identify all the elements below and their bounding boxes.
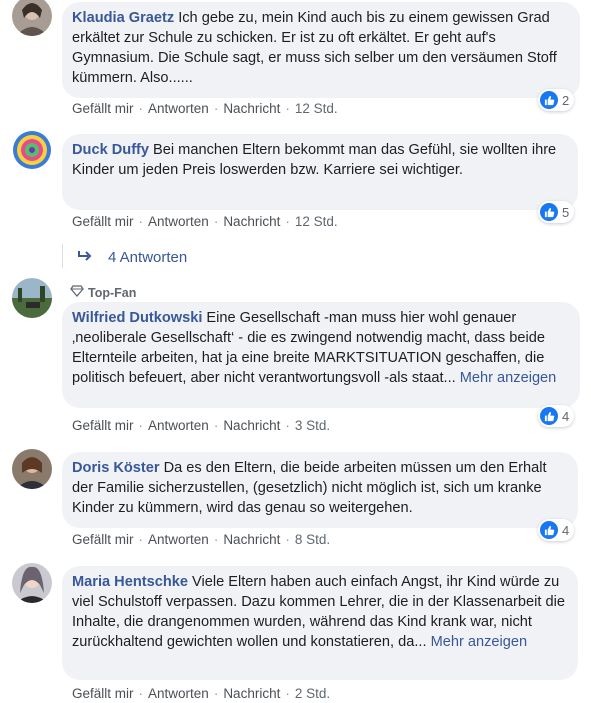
- separator: ·: [138, 101, 144, 116]
- reply-button[interactable]: Antworten: [148, 686, 209, 701]
- reaction-count[interactable]: 4: [538, 519, 575, 541]
- like-icon: [540, 203, 558, 221]
- separator: ·: [213, 101, 219, 116]
- separator: ·: [138, 532, 144, 547]
- like-button[interactable]: Gefällt mir: [72, 214, 134, 229]
- comment-author[interactable]: Maria Hentschke: [72, 574, 188, 590]
- like-button[interactable]: Gefällt mir: [72, 418, 134, 433]
- comment-actions: Gefällt mir · Antworten · Nachricht · 12 St…: [72, 214, 338, 229]
- comment-author[interactable]: Doris Köster: [72, 460, 160, 476]
- like-icon: [540, 521, 558, 539]
- like-icon: [540, 407, 558, 425]
- comment-actions: Gefällt mir · Antworten · Nachricht · 3 Std…: [72, 418, 330, 433]
- reaction-count[interactable]: 2: [538, 89, 575, 111]
- view-replies-link[interactable]: 4 Antworten: [78, 249, 187, 266]
- comment-bubble: Duck Duffy Bei manchen Eltern bekommt man…: [62, 134, 578, 210]
- diamond-icon: [70, 285, 84, 300]
- reaction-number: 5: [562, 204, 570, 220]
- separator: ·: [285, 532, 290, 547]
- avatar[interactable]: [12, 278, 52, 318]
- like-button[interactable]: Gefällt mir: [72, 686, 134, 701]
- reaction-number: 2: [562, 92, 570, 108]
- timestamp[interactable]: 3 Std.: [295, 418, 330, 433]
- show-more-link[interactable]: Mehr anzeigen: [460, 370, 557, 386]
- timestamp[interactable]: 12 Std.: [295, 101, 338, 116]
- top-fan-badge: Top-Fan: [70, 285, 136, 300]
- separator: ·: [213, 214, 219, 229]
- comment-author[interactable]: Duck Duffy: [72, 142, 149, 158]
- separator: ·: [213, 686, 219, 701]
- show-more-link[interactable]: Mehr anzeigen: [431, 634, 528, 650]
- timestamp[interactable]: 8 Std.: [295, 532, 330, 547]
- avatar[interactable]: [12, 563, 52, 603]
- separator: ·: [138, 214, 144, 229]
- top-fan-label: Top-Fan: [88, 285, 137, 300]
- separator: ·: [285, 686, 290, 701]
- like-button[interactable]: Gefällt mir: [72, 532, 134, 547]
- comment-actions: Gefällt mir · Antworten · Nachricht · 8 Std…: [72, 532, 330, 547]
- separator: ·: [138, 418, 144, 433]
- avatar[interactable]: [12, 0, 52, 36]
- reaction-count[interactable]: 4: [538, 405, 575, 427]
- comment-bubble: Doris Köster Da es den Eltern, die beide …: [62, 452, 578, 528]
- replies-count: 4 Antworten: [108, 249, 188, 266]
- separator: ·: [213, 532, 219, 547]
- separator: ·: [138, 686, 144, 701]
- avatar[interactable]: [12, 130, 52, 170]
- comment-actions: Gefällt mir · Antworten · Nachricht · 2 Std…: [72, 686, 330, 701]
- comment-bubble: Klaudia Graetz Ich gebe zu, mein Kind auc…: [62, 2, 580, 98]
- message-button[interactable]: Nachricht: [223, 532, 280, 547]
- timestamp[interactable]: 2 Std.: [295, 686, 330, 701]
- reply-button[interactable]: Antworten: [148, 532, 209, 547]
- like-icon: [540, 91, 558, 109]
- thread-line: [62, 244, 63, 268]
- reaction-number: 4: [562, 408, 570, 424]
- message-button[interactable]: Nachricht: [223, 101, 280, 116]
- message-button[interactable]: Nachricht: [223, 686, 280, 701]
- message-button[interactable]: Nachricht: [223, 214, 280, 229]
- separator: ·: [285, 101, 290, 116]
- timestamp[interactable]: 12 Std.: [295, 214, 338, 229]
- reply-arrow-icon: [78, 249, 92, 266]
- like-button[interactable]: Gefällt mir: [72, 101, 134, 116]
- avatar[interactable]: [12, 449, 52, 489]
- separator: ·: [285, 418, 290, 433]
- comment-bubble: Maria Hentschke Viele Eltern haben auch e…: [62, 566, 578, 680]
- message-button[interactable]: Nachricht: [223, 418, 280, 433]
- comment-actions: Gefällt mir · Antworten · Nachricht · 12 St…: [72, 101, 338, 116]
- reply-button[interactable]: Antworten: [148, 101, 209, 116]
- comment-author[interactable]: Wilfried Dutkowski: [72, 310, 202, 326]
- separator: ·: [213, 418, 219, 433]
- reaction-number: 4: [562, 522, 570, 538]
- reply-button[interactable]: Antworten: [148, 214, 209, 229]
- separator: ·: [285, 214, 290, 229]
- reply-button[interactable]: Antworten: [148, 418, 209, 433]
- reaction-count[interactable]: 5: [538, 201, 575, 223]
- comment-author[interactable]: Klaudia Graetz: [72, 10, 174, 26]
- comment-bubble: Wilfried Dutkowski Eine Gesellschaft -man…: [62, 302, 580, 408]
